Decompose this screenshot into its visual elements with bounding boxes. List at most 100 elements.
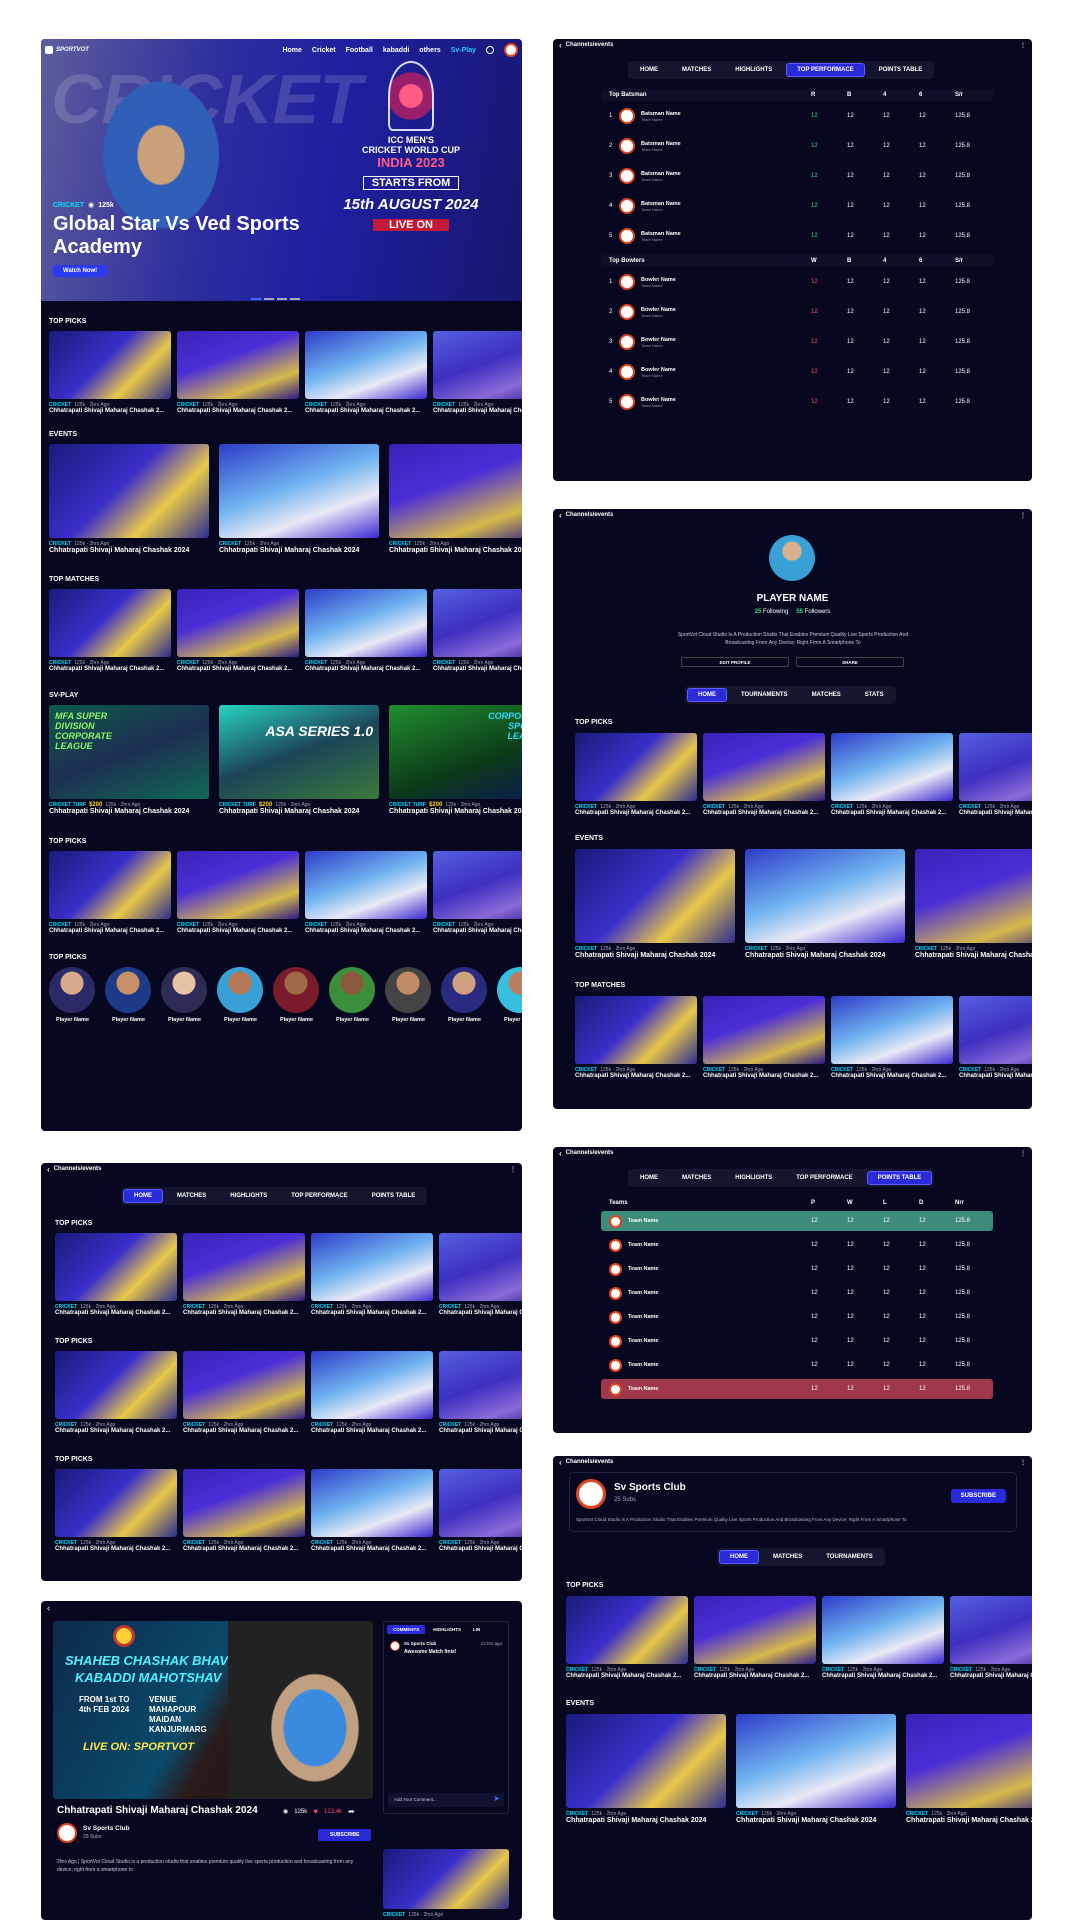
points-row[interactable]: Team Name 12 12 12 12 125.8 xyxy=(601,1307,993,1327)
points-row[interactable]: Team Name 12 12 12 12 125.8 xyxy=(601,1331,993,1351)
points-row[interactable]: Team Name 12 12 12 12 125.8 xyxy=(601,1235,993,1255)
back-arrow-icon[interactable]: ‹ xyxy=(47,1603,50,1613)
svplay-card[interactable]: CORPORATE SPORTS LEAGUECRICKET TURF$2001… xyxy=(389,705,522,818)
video-card[interactable]: CRICKET 125k · 2hrs Ago Chhatrapati Shivaj… xyxy=(694,1596,816,1682)
more-icon[interactable]: ⋮ xyxy=(1020,42,1026,49)
video-card[interactable]: CRICKET 125k · 2hrs Ago Chhatrapati Shivaj… xyxy=(183,1469,305,1555)
video-card[interactable]: CRICKET 125k · 2hrs Ago Chhatrapati Shivaj… xyxy=(311,1469,433,1555)
svplay-card[interactable]: MFA SUPER DIVISION CORPORATE LEAGUE CRICK… xyxy=(49,705,209,818)
video-card[interactable]: CRICKET 125k · 2hrs Ago Chhatrapati Shivaj… xyxy=(575,996,697,1082)
tab-matches[interactable]: MATCHES xyxy=(672,64,721,76)
tab-top-performance[interactable]: TOP PERFORMACE xyxy=(786,1172,862,1184)
video-card[interactable]: CRICKET 125k · 2hrs Ago Chhatrapati Shivaj… xyxy=(55,1351,177,1437)
share-button[interactable]: SHARE xyxy=(796,657,904,667)
tab-top-performance[interactable]: TOP PERFORMACE xyxy=(786,63,865,77)
svplay-card[interactable]: ASA SERIES 1.0 CRICKET TURF $200 125k · 2hr… xyxy=(219,705,379,818)
player-card[interactable]: Player Name xyxy=(273,967,320,1023)
more-icon[interactable]: ⋮ xyxy=(1020,512,1026,519)
video-card[interactable]: CRICKET 125k · 2hrs Ago Chhatrapati Shivaj… xyxy=(305,331,427,417)
channel-name[interactable]: Sv Sports Club xyxy=(83,1825,130,1832)
tab-points-table[interactable]: POINTS TABLE xyxy=(362,1190,426,1202)
back-arrow-icon[interactable]: ‹ xyxy=(559,1149,562,1158)
batsman-row[interactable]: 1 Batsman Name Team Name 12 12 12 12 125.8 xyxy=(601,101,993,131)
tab-highlights[interactable]: HIGHLIGHTS xyxy=(427,1625,467,1634)
video-card[interactable]: CRICKET 125k · 2hrs Ago Chhatrapati Shivaj… xyxy=(433,589,522,675)
video-card[interactable]: CRICKET 125k · 2hrs Ago Chhatrapati Shivaj… xyxy=(439,1351,522,1437)
player-card[interactable]: Player Name xyxy=(385,967,432,1023)
tab-matches[interactable]: MATCHES xyxy=(802,689,851,701)
bowler-row[interactable]: 1 Bowler Name Team Name 12 12 12 12 125.8 xyxy=(601,267,993,297)
tab-home[interactable]: HOME xyxy=(719,1550,759,1564)
avatar[interactable] xyxy=(504,43,518,57)
batsman-row[interactable]: 2 Batsman Name Team Name 12 12 12 12 125.8 xyxy=(601,131,993,161)
more-icon[interactable]: ⋮ xyxy=(510,1166,516,1173)
video-card[interactable]: CRICKET 125k · 2hrs Ago Chhatrapati Shivaj… xyxy=(703,733,825,819)
video-card[interactable]: CRICKET 125k · 2hrs Ago Chhatrapati Shivaj… xyxy=(950,1596,1032,1682)
send-icon[interactable]: ➤ xyxy=(493,1794,500,1803)
video-card[interactable]: CRICKET 125k · 2hrs Ago Chhatrapati Shivaj… xyxy=(183,1351,305,1437)
bowler-row[interactable]: 2 Bowler Name Team Name 12 12 12 12 125.8 xyxy=(601,297,993,327)
video-card[interactable]: CRICKET 125k · 2hrs Ago Chhatrapati Shivaj… xyxy=(49,589,171,675)
video-card[interactable]: CRICKET 125k · 2hrs Ago Chhatrapati Shivaj… xyxy=(55,1233,177,1319)
subscribe-button[interactable]: SUBSCRIBE xyxy=(318,1829,372,1841)
player-card[interactable]: Player Name xyxy=(161,967,208,1023)
player-card[interactable]: Player Name xyxy=(441,967,488,1023)
video-card[interactable]: CRICKET 125k · 2hrs Ago Chhatrapati Shivaj… xyxy=(959,733,1032,819)
tab-live[interactable]: LIN xyxy=(469,1625,484,1634)
event-card[interactable]: CRICKET 125k · 2hrs Ago Chhatrapati Shivaj… xyxy=(389,444,522,557)
tab-tournaments[interactable]: TOURNAMENTS xyxy=(731,689,798,701)
player-card[interactable]: Player Name xyxy=(329,967,376,1023)
share-icon[interactable]: ➦ xyxy=(348,1807,355,1816)
video-card[interactable]: CRICKET 125k · 2hrs Ago Chhatrapati Shivaj… xyxy=(177,331,299,417)
tab-home[interactable]: HOME xyxy=(630,64,668,76)
player-card[interactable]: Player Name xyxy=(105,967,152,1023)
subscribe-button[interactable]: SUBSCRIBE xyxy=(950,1489,1006,1503)
batsman-row[interactable]: 4 Batsman Name Team Name 12 12 12 12 125.8 xyxy=(601,191,993,221)
video-card[interactable]: CRICKET 125k · 2hrs Ago Chhatrapati Shivaj… xyxy=(183,1233,305,1319)
heart-icon[interactable]: ♥ xyxy=(313,1807,318,1816)
tab-points-table[interactable]: POINTS TABLE xyxy=(869,64,933,76)
back-arrow-icon[interactable]: ‹ xyxy=(559,41,562,50)
nav-cricket[interactable]: Cricket xyxy=(312,47,336,54)
video-card[interactable]: CRICKET 125k · 2hrs Ago Chhatrapati Shivaj… xyxy=(703,996,825,1082)
search-icon[interactable] xyxy=(486,46,494,54)
points-row-qualified[interactable]: Team Name 12 12 12 12 125.8 xyxy=(601,1211,993,1231)
tab-matches[interactable]: MATCHES xyxy=(672,1172,721,1184)
video-card[interactable]: CRICKET 125k · 2hrs Ago Chhatrapati Shivaj… xyxy=(433,851,522,937)
channel-avatar[interactable] xyxy=(57,1823,77,1843)
batsman-row[interactable]: 3 Batsman Name Team Name 12 12 12 12 125.8 xyxy=(601,161,993,191)
event-card[interactable]: CRICKET 125k · 2hrs Ago Chhatrapati Shivaj… xyxy=(575,849,735,962)
video-player[interactable]: SHAHEB CHASHAK BHAVYA KABADDI MAHOTSHAV … xyxy=(53,1621,373,1799)
tab-highlights[interactable]: HIGHLIGHTS xyxy=(725,64,782,76)
tab-matches[interactable]: MATCHES xyxy=(763,1551,812,1563)
back-arrow-icon[interactable]: ‹ xyxy=(559,1458,562,1467)
event-card[interactable]: CRICKET 125k · 2hrs Ago Chhatrapati Shivaj… xyxy=(745,849,905,962)
event-card[interactable]: CRICKET 125k · 2hrs Ago Chhatrapati Shivaj… xyxy=(49,444,209,557)
hero-banner[interactable]: CRICKET SPORTVOT Home Cricket Football k… xyxy=(41,39,522,301)
tab-matches[interactable]: MATCHES xyxy=(167,1190,216,1202)
bowler-row[interactable]: 4 Bowler Name Team Name 12 12 12 12 125.8 xyxy=(601,357,993,387)
points-row[interactable]: Team Name 12 12 12 12 125.8 xyxy=(601,1355,993,1375)
video-card[interactable]: CRICKET 125k · 2hrs Ago Chhatrapati Shivaj… xyxy=(575,733,697,819)
video-card[interactable]: CRICKET 125k · 2hrs Ago Chhatrapati Shivaj… xyxy=(831,996,953,1082)
tab-home[interactable]: HOME xyxy=(123,1189,163,1203)
batsman-row[interactable]: 5 Batsman Name Team Name 12 12 12 12 125.8 xyxy=(601,221,993,251)
video-card[interactable]: CRICKET 125k · 2hrs Ago Chhatrapati Shivaj… xyxy=(311,1351,433,1437)
comment-input[interactable]: Add Your Comment... ➤ xyxy=(388,1793,504,1807)
points-row-eliminated[interactable]: Team Name 12 12 12 12 125.8 xyxy=(601,1379,993,1399)
video-card[interactable]: CRICKET 125k · 2hrs Ago Chhatrapati Shivaj… xyxy=(433,331,522,417)
player-card[interactable]: Player Name xyxy=(49,967,96,1023)
video-card[interactable]: CRICKET 125k · 2hrs Ago Chhatrapati Shivaj… xyxy=(439,1233,522,1319)
edit-profile-button[interactable]: EDIT PROFILE xyxy=(681,657,789,667)
video-card[interactable]: CRICKET 125k · 2hrs Ago Chhatrapati Shivaj… xyxy=(49,331,171,417)
tab-points-table[interactable]: POINTS TABLE xyxy=(866,1171,933,1185)
bowler-row[interactable]: 3 Bowler Name Team Name 12 12 12 12 125.8 xyxy=(601,327,993,357)
tab-highlights[interactable]: HIGHLIGHTS xyxy=(725,1172,782,1184)
related-video-card[interactable]: CRICKET 125k · 2hrs Ago xyxy=(383,1849,509,1918)
tab-tournaments[interactable]: TOURNAMENTS xyxy=(816,1551,883,1563)
tab-home[interactable]: HOME xyxy=(630,1172,668,1184)
tab-stats[interactable]: STATS xyxy=(855,689,894,701)
back-arrow-icon[interactable]: ‹ xyxy=(47,1165,50,1174)
video-card[interactable]: CRICKET 125k · 2hrs Ago Chhatrapati Shivaj… xyxy=(439,1469,522,1555)
player-card[interactable]: Player Name xyxy=(497,967,522,1023)
